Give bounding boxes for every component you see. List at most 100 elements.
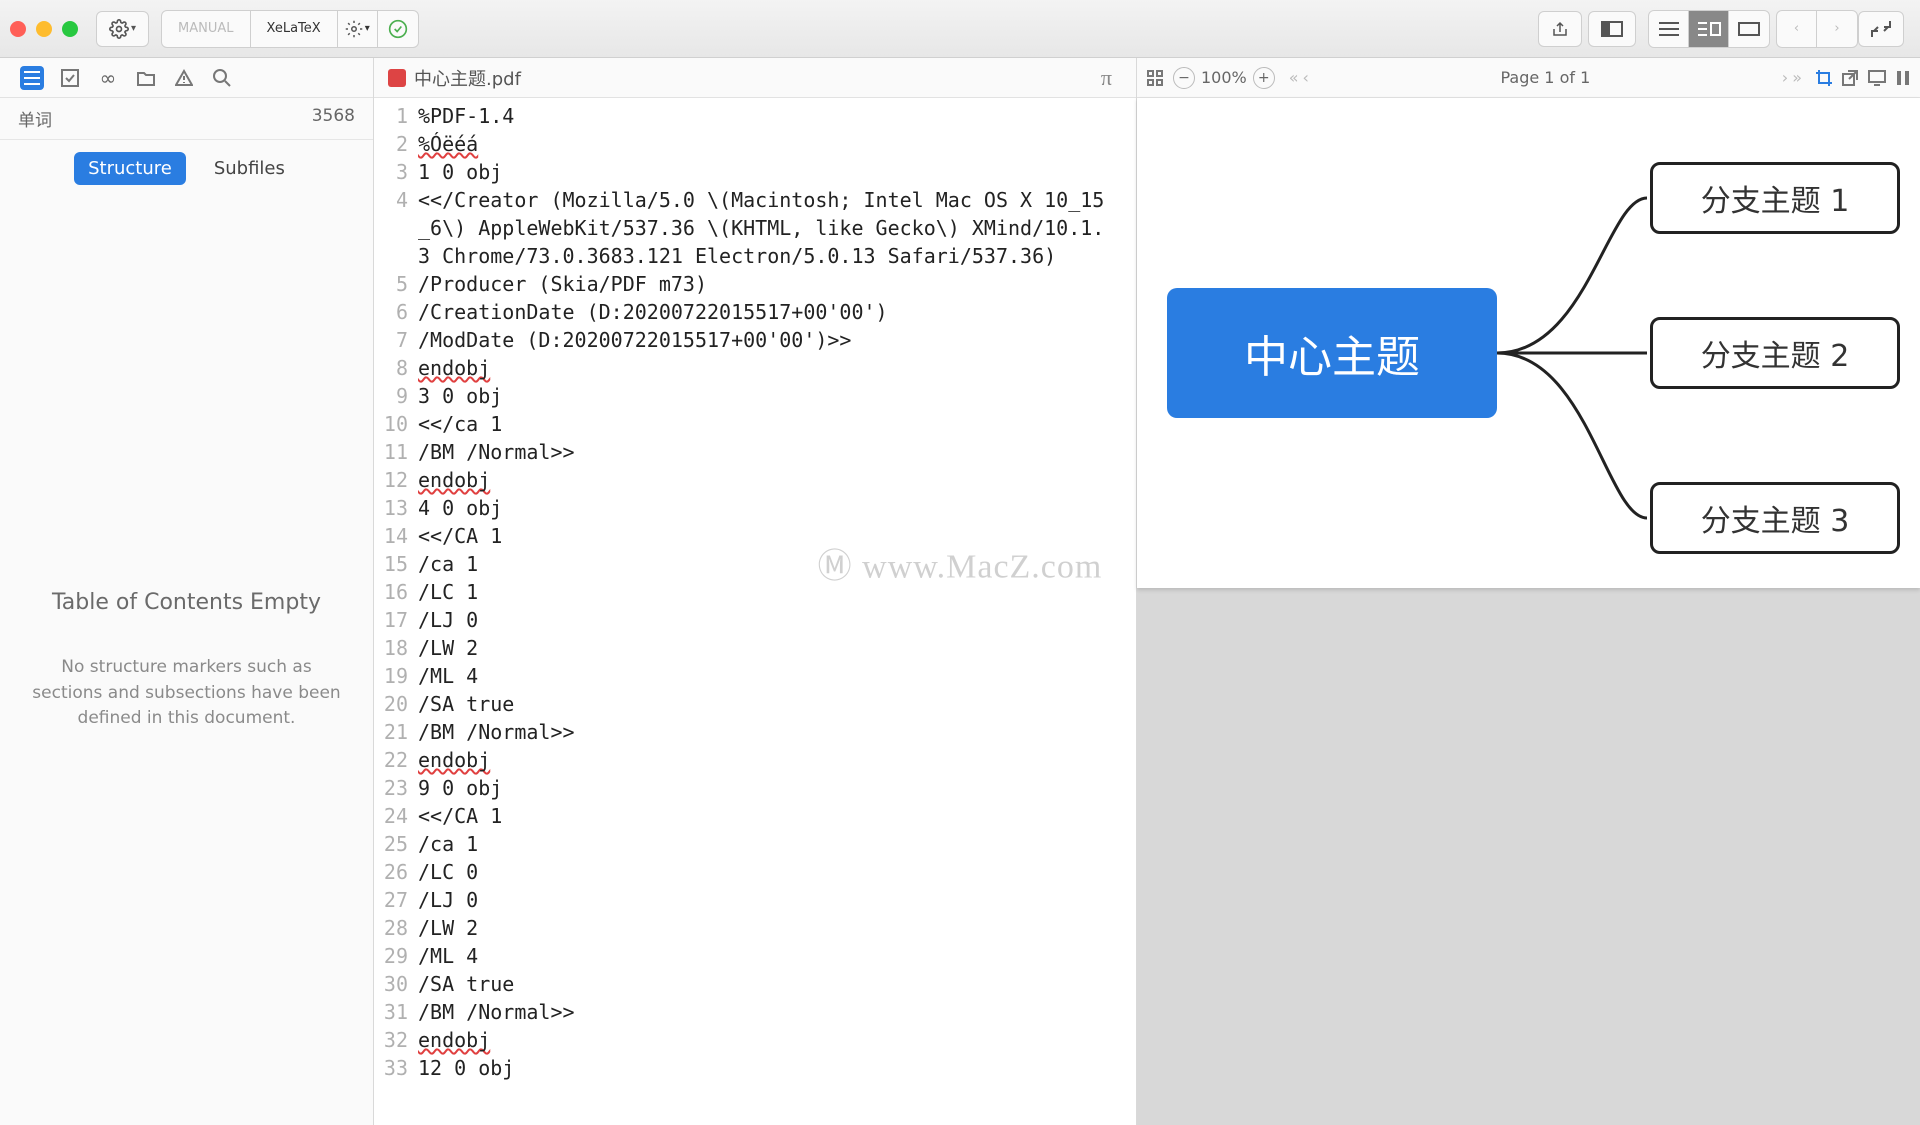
engine-settings-button[interactable]: ▾ bbox=[338, 11, 378, 47]
code-line[interactable]: 10<</ca 1 bbox=[374, 410, 1136, 438]
compile-status-button[interactable] bbox=[378, 11, 418, 47]
outline-mode-button[interactable] bbox=[20, 66, 44, 90]
line-text: /SA true bbox=[418, 690, 534, 718]
preview-viewport[interactable]: 中心主题 分支主题 1 分支主题 2 分支主题 3 bbox=[1137, 98, 1920, 1125]
code-line[interactable]: 31/BM /Normal>> bbox=[374, 998, 1136, 1026]
code-line[interactable]: 32endobj bbox=[374, 1026, 1136, 1054]
editor-filename: 中心主题.pdf bbox=[414, 65, 521, 91]
layout-editor-only[interactable] bbox=[1649, 11, 1689, 47]
code-line[interactable]: 22endobj bbox=[374, 746, 1136, 774]
folder-icon bbox=[137, 70, 155, 86]
code-line[interactable]: 21/BM /Normal>> bbox=[374, 718, 1136, 746]
zoom-value: 100% bbox=[1201, 68, 1247, 87]
code-line[interactable]: 26/LC 0 bbox=[374, 858, 1136, 886]
code-line[interactable]: 7/ModDate (D:20200722015517+00'00')>> bbox=[374, 326, 1136, 354]
line-number: 27 bbox=[374, 886, 418, 914]
word-count-row: 单词 3568 bbox=[0, 98, 373, 140]
present-button[interactable] bbox=[1868, 70, 1886, 86]
gear-icon bbox=[345, 20, 363, 38]
line-text: <</CA 1 bbox=[418, 522, 522, 550]
checklist-mode-button[interactable] bbox=[58, 66, 82, 90]
line-number: 31 bbox=[374, 998, 418, 1026]
nav-forward-button[interactable]: › bbox=[1817, 11, 1857, 47]
zoom-window-button[interactable] bbox=[62, 21, 78, 37]
gear-icon bbox=[109, 19, 129, 39]
line-number: 14 bbox=[374, 522, 418, 550]
code-line[interactable]: 93 0 obj bbox=[374, 382, 1136, 410]
code-line[interactable]: 4<</Creator (Mozilla/5.0 \(Macintosh; In… bbox=[374, 186, 1136, 270]
line-text: /ML 4 bbox=[418, 662, 498, 690]
line-number: 13 bbox=[374, 494, 418, 522]
search-mode-button[interactable] bbox=[210, 66, 234, 90]
code-line[interactable]: 27/LJ 0 bbox=[374, 886, 1136, 914]
zoom-out-button[interactable]: − bbox=[1173, 67, 1195, 89]
code-line[interactable]: 8endobj bbox=[374, 354, 1136, 382]
warnings-mode-button[interactable] bbox=[172, 66, 196, 90]
external-open-button[interactable] bbox=[1842, 70, 1858, 86]
line-number: 7 bbox=[374, 326, 418, 354]
monitor-icon bbox=[1868, 70, 1886, 86]
code-line[interactable]: 30/SA true bbox=[374, 970, 1136, 998]
code-line[interactable]: 25/ca 1 bbox=[374, 830, 1136, 858]
line-text: /LJ 0 bbox=[418, 606, 498, 634]
preferences-button[interactable]: ▾ bbox=[96, 11, 149, 47]
minimize-window-button[interactable] bbox=[36, 21, 52, 37]
mindmap-branch-2: 分支主题 2 bbox=[1650, 317, 1900, 389]
close-window-button[interactable] bbox=[10, 21, 26, 37]
layout-split[interactable] bbox=[1689, 11, 1729, 47]
sidebar: ∞ 单词 3568 Structure Subfiles Table of Co… bbox=[0, 58, 374, 1125]
code-line[interactable]: 239 0 obj bbox=[374, 774, 1136, 802]
sync-cursor-button[interactable] bbox=[1858, 11, 1904, 47]
layout-segment bbox=[1648, 10, 1770, 48]
nav-back-button[interactable]: ‹ bbox=[1777, 11, 1817, 47]
grid-icon bbox=[1147, 70, 1163, 86]
pause-preview-button[interactable] bbox=[1896, 70, 1910, 86]
line-number: 20 bbox=[374, 690, 418, 718]
code-line[interactable]: 5/Producer (Skia/PDF m73) bbox=[374, 270, 1136, 298]
crop-button[interactable] bbox=[1816, 70, 1832, 86]
code-line[interactable]: 11/BM /Normal>> bbox=[374, 438, 1136, 466]
code-line[interactable]: 29/ML 4 bbox=[374, 942, 1136, 970]
single-panel-button[interactable] bbox=[1588, 11, 1636, 47]
line-number: 22 bbox=[374, 746, 418, 774]
line-number: 4 bbox=[374, 186, 418, 270]
code-line[interactable]: 24<</CA 1 bbox=[374, 802, 1136, 830]
tab-structure[interactable]: Structure bbox=[74, 152, 186, 185]
page-next-button[interactable]: › bbox=[1782, 68, 1788, 87]
layout-preview-only[interactable] bbox=[1729, 11, 1769, 47]
code-line[interactable]: 134 0 obj bbox=[374, 494, 1136, 522]
thumbnails-button[interactable] bbox=[1147, 70, 1163, 86]
code-line[interactable]: 20/SA true bbox=[374, 690, 1136, 718]
external-icon bbox=[1842, 70, 1858, 86]
page-first-button[interactable]: « bbox=[1289, 68, 1299, 87]
code-line[interactable]: 1%PDF-1.4 bbox=[374, 102, 1136, 130]
line-number: 25 bbox=[374, 830, 418, 858]
code-line[interactable]: 6/CreationDate (D:20200722015517+00'00') bbox=[374, 298, 1136, 326]
code-line[interactable]: 17/LJ 0 bbox=[374, 606, 1136, 634]
zoom-in-button[interactable]: + bbox=[1253, 67, 1275, 89]
infinity-mode-button[interactable]: ∞ bbox=[96, 66, 120, 90]
engine-select[interactable]: XeLaTeX bbox=[251, 11, 338, 47]
page-last-button[interactable]: » bbox=[1792, 68, 1802, 87]
chevron-left-icon: ‹ bbox=[1794, 21, 1799, 36]
share-button[interactable] bbox=[1538, 11, 1582, 47]
code-line[interactable]: 12endobj bbox=[374, 466, 1136, 494]
code-line[interactable]: 18/LW 2 bbox=[374, 634, 1136, 662]
split-icon bbox=[1697, 22, 1721, 36]
code-line[interactable]: 31 0 obj bbox=[374, 158, 1136, 186]
code-editor[interactable]: 1%PDF-1.42%Óëéá31 0 obj4<</Creator (Mozi… bbox=[374, 98, 1136, 1125]
line-text: 12 0 obj bbox=[418, 1054, 534, 1082]
tab-subfiles[interactable]: Subfiles bbox=[200, 152, 299, 185]
editor-pane: 中心主题.pdf π 1%PDF-1.42%Óëéá31 0 obj4<</Cr… bbox=[374, 58, 1137, 1125]
code-line[interactable]: 2%Óëéá bbox=[374, 130, 1136, 158]
word-count-label: 单词 bbox=[18, 106, 52, 131]
manual-mode-button[interactable]: MANUAL bbox=[162, 11, 251, 47]
math-mode-button[interactable]: π bbox=[1091, 65, 1122, 91]
files-mode-button[interactable] bbox=[134, 66, 158, 90]
line-text: /LW 2 bbox=[418, 634, 498, 662]
line-number: 17 bbox=[374, 606, 418, 634]
code-line[interactable]: 3312 0 obj bbox=[374, 1054, 1136, 1082]
code-line[interactable]: 28/LW 2 bbox=[374, 914, 1136, 942]
line-text: /Producer (Skia/PDF m73) bbox=[418, 270, 727, 298]
code-line[interactable]: 19/ML 4 bbox=[374, 662, 1136, 690]
